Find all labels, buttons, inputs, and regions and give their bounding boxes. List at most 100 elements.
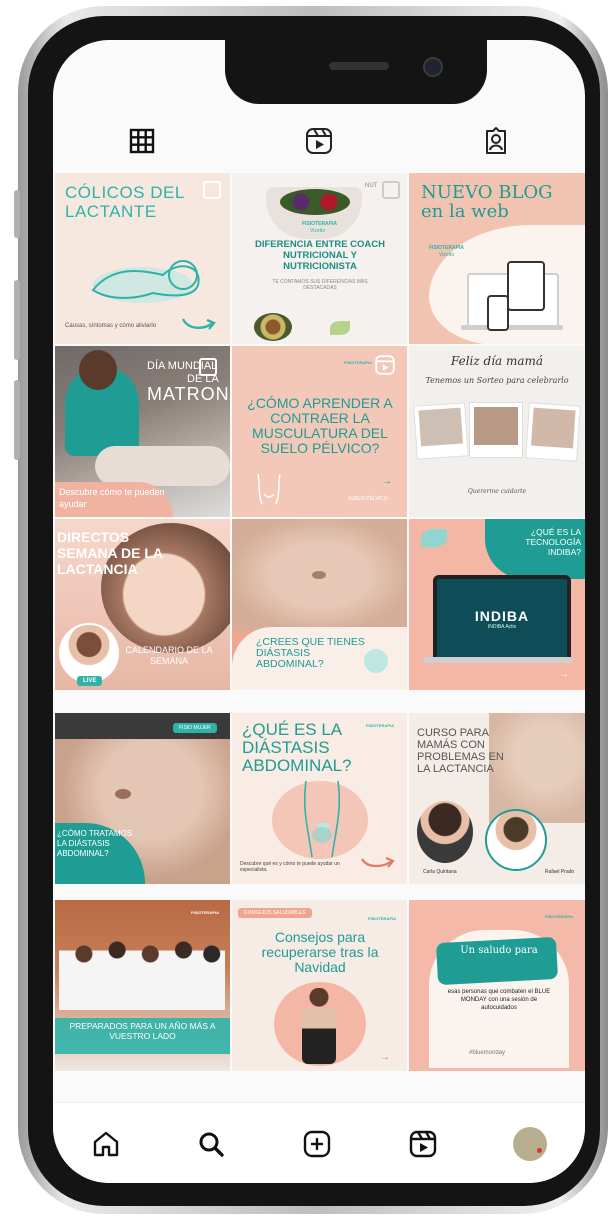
post-colicos-lactante[interactable]: CÓLICOS DEL LACTANTE Causas, síntomas y … — [55, 173, 230, 344]
post-consejos-navidad[interactable]: CONSEJOS SALUDABLES FISIOTERAPIA Consejo… — [232, 900, 407, 1071]
arrow-icon — [361, 856, 395, 868]
brand-label: FISIOTERAPIA — [429, 245, 465, 251]
post-title: ¿QUÉ ES LA DIÁSTASIS ABDOMINAL? — [242, 720, 352, 775]
post-title: ¿CÓMO APRENDER A CONTRAER LA MUSCULATURA… — [247, 395, 393, 456]
reels-icon[interactable] — [408, 1129, 438, 1159]
post-que-es-diastasis[interactable]: FISIOTERAPIA ¿QUÉ ES LA DIÁSTASIS ABDOMI… — [232, 713, 407, 884]
tag-badge: CONSEJOS SALUDABLES — [238, 908, 312, 918]
live-badge: LIVE — [77, 676, 103, 686]
multi-post-icon — [382, 181, 400, 199]
arrow-right-icon: → — [382, 476, 392, 487]
post-title: Un saludo para — [460, 945, 538, 956]
earpiece-speaker — [329, 62, 389, 70]
torso-illustration — [303, 780, 341, 858]
post-dia-matrona[interactable]: DÍA MUNDIAL DE LA MATRONA Descubre cómo … — [55, 346, 230, 517]
home-icon[interactable] — [91, 1129, 121, 1159]
diastasis-badge — [364, 649, 388, 673]
brand-label: FISIOTERAPIA — [302, 221, 338, 227]
runner-figure — [302, 988, 336, 1064]
brand-label: FISIOTERAPIA — [191, 910, 220, 915]
profile-tabs — [53, 110, 585, 172]
post-title: ¿QUÉ ES LA TECNOLOGÍA INDIBA? — [525, 527, 581, 557]
post-caption: CALENDARIO DE LA SEMANA — [125, 645, 213, 666]
post-curso-lactancia[interactable]: CURSO PARA MAMÁS CON PROBLEMAS EN LA LAC… — [409, 713, 585, 884]
new-post-icon[interactable] — [302, 1129, 332, 1159]
grid-icon — [129, 128, 154, 154]
leaf-decoration — [330, 321, 350, 335]
indiba-sublogo: INDIBA Activ — [487, 624, 517, 630]
post-blue-monday[interactable]: FISIOTERAPIA Un saludo para esas persona… — [409, 900, 585, 1071]
patient-figure — [95, 446, 230, 486]
post-title: MATRONA — [147, 384, 230, 404]
post-title: Consejos para recuperarse tras la Navida… — [261, 929, 379, 975]
brand-label: FISIOTERAPIA — [545, 914, 574, 919]
post-title: Feliz día mamá — [450, 354, 544, 368]
tab-tagged[interactable] — [408, 110, 585, 172]
arrow-right-icon: → — [380, 1052, 390, 1063]
photo-polaroid-2 — [469, 402, 523, 458]
post-title: ¿CREES QUE TIENES DIÁSTASIS ABDOMINAL? — [256, 636, 365, 670]
post-body: esas personas que combaten el BLUE MONDA… — [447, 989, 551, 1011]
brand-sublabel: Vizetto — [439, 252, 455, 258]
corner-label: NUT — [365, 183, 378, 189]
post-caption: Descubre qué es y cómo te puede ayudar u… — [240, 861, 340, 873]
speaker-avatar — [59, 623, 119, 683]
arrow-icon — [181, 318, 216, 330]
post-semana-lactancia[interactable]: DIRECTOS SEMANA DE LA LACTANCIA LIVE CAL… — [55, 519, 230, 690]
tablet-mockup — [507, 261, 545, 311]
navel-detail — [312, 571, 326, 579]
post-title: CURSO PARA MAMÁS CON PROBLEMAS EN LA LAC… — [417, 727, 504, 775]
photo-polaroid-3 — [525, 402, 581, 462]
volume-down-button — [14, 380, 20, 460]
volume-up-button — [14, 280, 20, 360]
notification-dot — [537, 1148, 542, 1153]
post-coach-nutricional[interactable]: FISIOTERAPIA Vizetto NUT DIFERENCIA ENTR… — [232, 173, 407, 344]
post-footer: Quererme cuidarte — [467, 488, 527, 495]
baby-illustration — [91, 260, 200, 303]
post-tecnologia-indiba[interactable]: ¿QUÉ ES LA TECNOLOGÍA INDIBA? INDIBA IND… — [409, 519, 585, 690]
profile-avatar[interactable] — [513, 1126, 548, 1161]
post-caption: ¿CÓMO TRATAMOS LA DIÁSTASIS ABDOMINAL? — [57, 829, 133, 858]
mute-switch — [14, 190, 20, 238]
brand-sublabel: Vizetto — [310, 228, 326, 234]
post-footer: SUELO PÉLVICO — [348, 496, 388, 502]
post-title: DIFERENCIA ENTRE COACH NUTRICIONAL Y NUT… — [254, 239, 385, 272]
post-caption: PREPARADOS PARA UN AÑO MÁS A VUESTRO LAD… — [69, 1021, 216, 1041]
reels-icon — [305, 128, 332, 154]
front-camera — [423, 57, 443, 77]
post-caption: Causas, síntomas y cómo aliviarlo — [65, 323, 157, 329]
post-preparados[interactable]: FISIOTERAPIA PREPARADOS PARA UN AÑO MÁS … — [55, 900, 230, 1071]
post-title: NUEVO BLOG en la web — [421, 182, 553, 222]
leaf-decoration — [421, 529, 447, 547]
post-title: DIRECTOS SEMANA DE LA LACTANCIA — [57, 529, 163, 577]
avocado-decoration — [254, 313, 292, 341]
tab-reels[interactable] — [230, 110, 407, 172]
post-crees-diastasis[interactable]: ¿CREES QUE TIENES DIÁSTASIS ABDOMINAL? — [232, 519, 407, 690]
post-subtitle: TE CONTAMOS SUS DIFERENCIAS MÁS DESTACAD… — [272, 279, 368, 291]
laptop-screen: INDIBA INDIBA Activ — [433, 575, 571, 663]
nurse-head — [79, 350, 117, 390]
speaker-name-left: Carla Quintana — [423, 869, 457, 875]
navel-detail — [115, 789, 131, 799]
arrow-right-icon: → — [559, 669, 569, 680]
speaker-avatar-left — [417, 801, 473, 863]
phone-mockup — [487, 295, 509, 331]
brand-label: FISIOTERAPIA — [368, 916, 397, 921]
body-outline-icon — [257, 473, 281, 505]
notch — [225, 40, 487, 104]
post-suelo-pelvico[interactable]: FISIOTERAPIA ¿CÓMO APRENDER A CONTRAER L… — [232, 346, 407, 517]
photo-polaroid-1 — [413, 402, 469, 460]
tag-badge: FISIO MUJER — [173, 723, 217, 733]
berries-decoration — [280, 189, 350, 215]
post-tratamos-diastasis[interactable]: FISIO MUJER ¿CÓMO TRATAMOS LA DIÁSTASIS … — [55, 713, 230, 884]
post-caption: Descubre cómo te pueden ayudar — [59, 487, 165, 509]
post-dia-mama[interactable]: Feliz día mamá Tenemos un Sorteo para ce… — [409, 346, 585, 517]
post-nuevo-blog[interactable]: NUEVO BLOG en la web FISIOTERAPIA Vizett… — [409, 173, 585, 344]
tab-posts[interactable] — [53, 110, 230, 172]
reel-indicator-icon — [375, 355, 395, 375]
post-footer: #bluemonday — [469, 1050, 506, 1056]
tagged-icon — [486, 127, 507, 154]
multi-post-icon — [199, 358, 217, 376]
search-icon[interactable] — [196, 1129, 226, 1159]
laptop-base — [423, 657, 573, 663]
